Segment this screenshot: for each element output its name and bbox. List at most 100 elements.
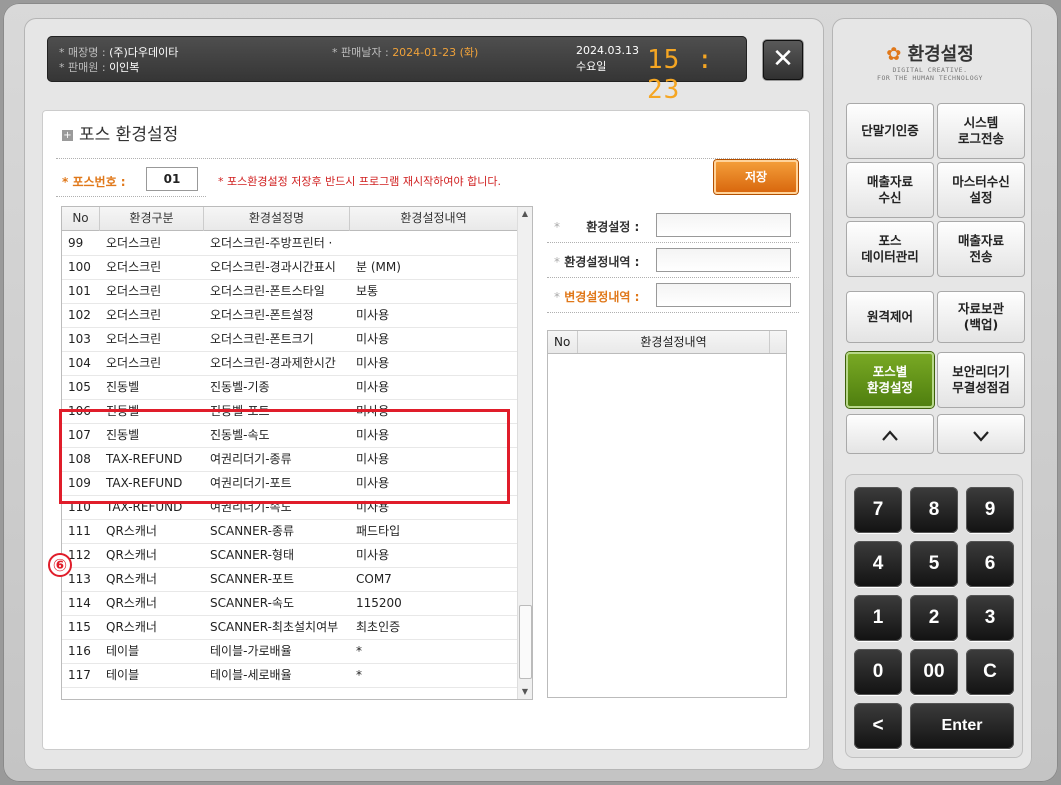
table-cell: 100 — [68, 260, 91, 274]
table-cell: 117 — [68, 668, 91, 682]
table-cell: 114 — [68, 596, 91, 610]
star-mark: * — [554, 290, 560, 304]
table-row[interactable]: 105 진동벨 진동벨-기종 미사용 — [62, 375, 518, 400]
chevron-down-icon — [973, 431, 989, 442]
detail-label: * 환경설정내역 : — [554, 253, 639, 270]
brand-block: ✿ 환경설정 DIGITAL CREATIVE. FOR THE HUMAN T… — [870, 40, 990, 82]
column-header[interactable]: 환경설정내역 — [350, 207, 518, 231]
menu-sales-receive[interactable]: 매출자료 수신 — [846, 162, 934, 218]
table-cell: SCANNER-형태 — [210, 548, 295, 562]
menu-backup[interactable]: 자료보관 (백업) — [937, 291, 1025, 343]
backspace-key[interactable]: < — [854, 703, 902, 749]
table-cell: 오더스크린 — [106, 332, 162, 346]
key-3[interactable]: 3 — [966, 595, 1014, 641]
table-scrollbar[interactable]: ▲ ▼ — [517, 207, 532, 699]
setting-detail-table: No 환경설정내역 — [547, 330, 787, 698]
sale-date-label: * 판매날자 : — [332, 46, 389, 59]
table-cell: QR스캐너 — [106, 548, 157, 562]
table-cell: 111 — [68, 524, 91, 538]
table-cell: 미사용 — [356, 308, 390, 322]
table-cell: QR스캐너 — [106, 572, 157, 586]
key-4[interactable]: 4 — [854, 541, 902, 587]
menu-terminal-auth[interactable]: 단말기인증 — [846, 103, 934, 159]
key-6[interactable]: 6 — [966, 541, 1014, 587]
table-cell: 분 (MM) — [356, 260, 401, 274]
menu-remote-control[interactable]: 원격제어 — [846, 291, 934, 343]
scroll-up-icon[interactable]: ▲ — [518, 207, 532, 221]
key-1[interactable]: 1 — [854, 595, 902, 641]
table-row[interactable]: 117 테이블 테이블-세로배율 * — [62, 663, 518, 688]
table-cell: 오더스크린 — [106, 284, 162, 298]
detail-field[interactable] — [656, 248, 791, 272]
table-cell: QR스캐너 — [106, 596, 157, 610]
seller-name: 이인복 — [109, 61, 140, 74]
table-cell: 패드타입 — [356, 524, 401, 538]
key-9[interactable]: 9 — [966, 487, 1014, 533]
divider — [547, 277, 799, 278]
table-cell: 미사용 — [356, 332, 390, 346]
enter-key[interactable]: Enter — [910, 703, 1014, 749]
table-cell: SCANNER-포트 — [210, 572, 295, 586]
clock: 15 : 23 — [647, 45, 714, 105]
change-field[interactable] — [656, 283, 791, 307]
table-row[interactable]: 100 오더스크린 오더스크린-경과시간표시 분 (MM) — [62, 255, 518, 280]
page-down-button[interactable] — [937, 414, 1025, 454]
menu-pos-data[interactable]: 포스 데이터관리 — [846, 221, 934, 277]
scroll-thumb[interactable] — [519, 605, 532, 679]
table-row[interactable]: 114 QR스캐너 SCANNER-속도 115200 — [62, 591, 518, 616]
page-up-button[interactable] — [846, 414, 934, 454]
table-cell: SCANNER-종류 — [210, 524, 295, 538]
key-8[interactable]: 8 — [910, 487, 958, 533]
table-cell — [350, 231, 518, 255]
table-row[interactable]: 103 오더스크린 오더스크린-폰트크기 미사용 — [62, 327, 518, 352]
table-row[interactable]: 104 오더스크린 오더스크린-경과제한시간 미사용 — [62, 351, 518, 376]
key-5[interactable]: 5 — [910, 541, 958, 587]
column-header[interactable]: 환경설정내역 — [578, 331, 770, 353]
divider — [547, 312, 799, 313]
column-header[interactable]: 환경설정명 — [204, 207, 350, 231]
callout-marker: ⑥ — [48, 553, 72, 577]
table-cell: QR스캐너 — [106, 524, 157, 538]
menu-pos-settings[interactable]: 포스별 환경설정 — [846, 352, 934, 408]
save-button[interactable]: 저장 — [714, 160, 798, 194]
plus-square-icon: + — [62, 130, 73, 141]
menu-master-receive[interactable]: 마스터수신 설정 — [937, 162, 1025, 218]
change-label-text: 변경설정내역 : — [564, 290, 640, 304]
menu-sales-send[interactable]: 매출자료 전송 — [937, 221, 1025, 277]
table-row[interactable]: 111 QR스캐너 SCANNER-종류 패드타입 — [62, 519, 518, 544]
table-row[interactable]: 101 오더스크린 오더스크린-폰트스타일 보통 — [62, 279, 518, 304]
close-button[interactable]: ✕ — [763, 40, 803, 80]
star-mark: * — [554, 255, 560, 269]
key-00[interactable]: 00 — [910, 649, 958, 695]
pos-number-field[interactable]: 01 — [146, 167, 198, 191]
table-cell: 진동벨 — [106, 380, 140, 394]
table-row[interactable]: 116 테이블 테이블-가로배율 * — [62, 639, 518, 664]
scroll-down-icon[interactable]: ▼ — [518, 685, 532, 699]
setting-label: * 환경설정 : — [554, 218, 639, 235]
key-2[interactable]: 2 — [910, 595, 958, 641]
table-cell: 오더스크린-주방프린터 · — [210, 236, 333, 250]
table-row[interactable]: 102 오더스크린 오더스크린-폰트설정 미사용 — [62, 303, 518, 328]
restart-notice: * 포스환경설정 저장후 반드시 프로그램 재시작하여야 합니다. — [218, 175, 501, 188]
store-info: * 매장명 : (주)다우데이타 — [59, 44, 178, 60]
column-header[interactable]: No — [548, 331, 578, 353]
menu-security-check[interactable]: 보안리더기 무결성점검 — [937, 352, 1025, 408]
key-clear[interactable]: C — [966, 649, 1014, 695]
sale-date-info: * 판매날자 : 2024-01-23 (화) — [332, 44, 478, 60]
brand-tagline: DIGITAL CREATIVE. — [892, 66, 968, 74]
divider — [56, 196, 206, 197]
key-7[interactable]: 7 — [854, 487, 902, 533]
highlight-box — [59, 409, 510, 504]
table-row[interactable]: 99 오더스크린 오더스크린-주방프린터 · — [62, 231, 518, 256]
table-row[interactable]: 112 QR스캐너 SCANNER-형태 미사용 — [62, 543, 518, 568]
menu-system-log[interactable]: 시스템 로그전송 — [937, 103, 1025, 159]
setting-field[interactable] — [656, 213, 791, 237]
column-header[interactable]: No — [62, 207, 100, 231]
table-cell: 미사용 — [356, 548, 390, 562]
column-header[interactable]: 환경구분 — [100, 207, 204, 231]
table-cell: 105 — [68, 380, 91, 394]
table-row[interactable]: 115 QR스캐너 SCANNER-최초설치여부 최초인증 — [62, 615, 518, 640]
table-row[interactable]: 113 QR스캐너 SCANNER-포트 COM7 — [62, 567, 518, 592]
current-date: 2024.03.13 — [576, 44, 639, 57]
key-0[interactable]: 0 — [854, 649, 902, 695]
